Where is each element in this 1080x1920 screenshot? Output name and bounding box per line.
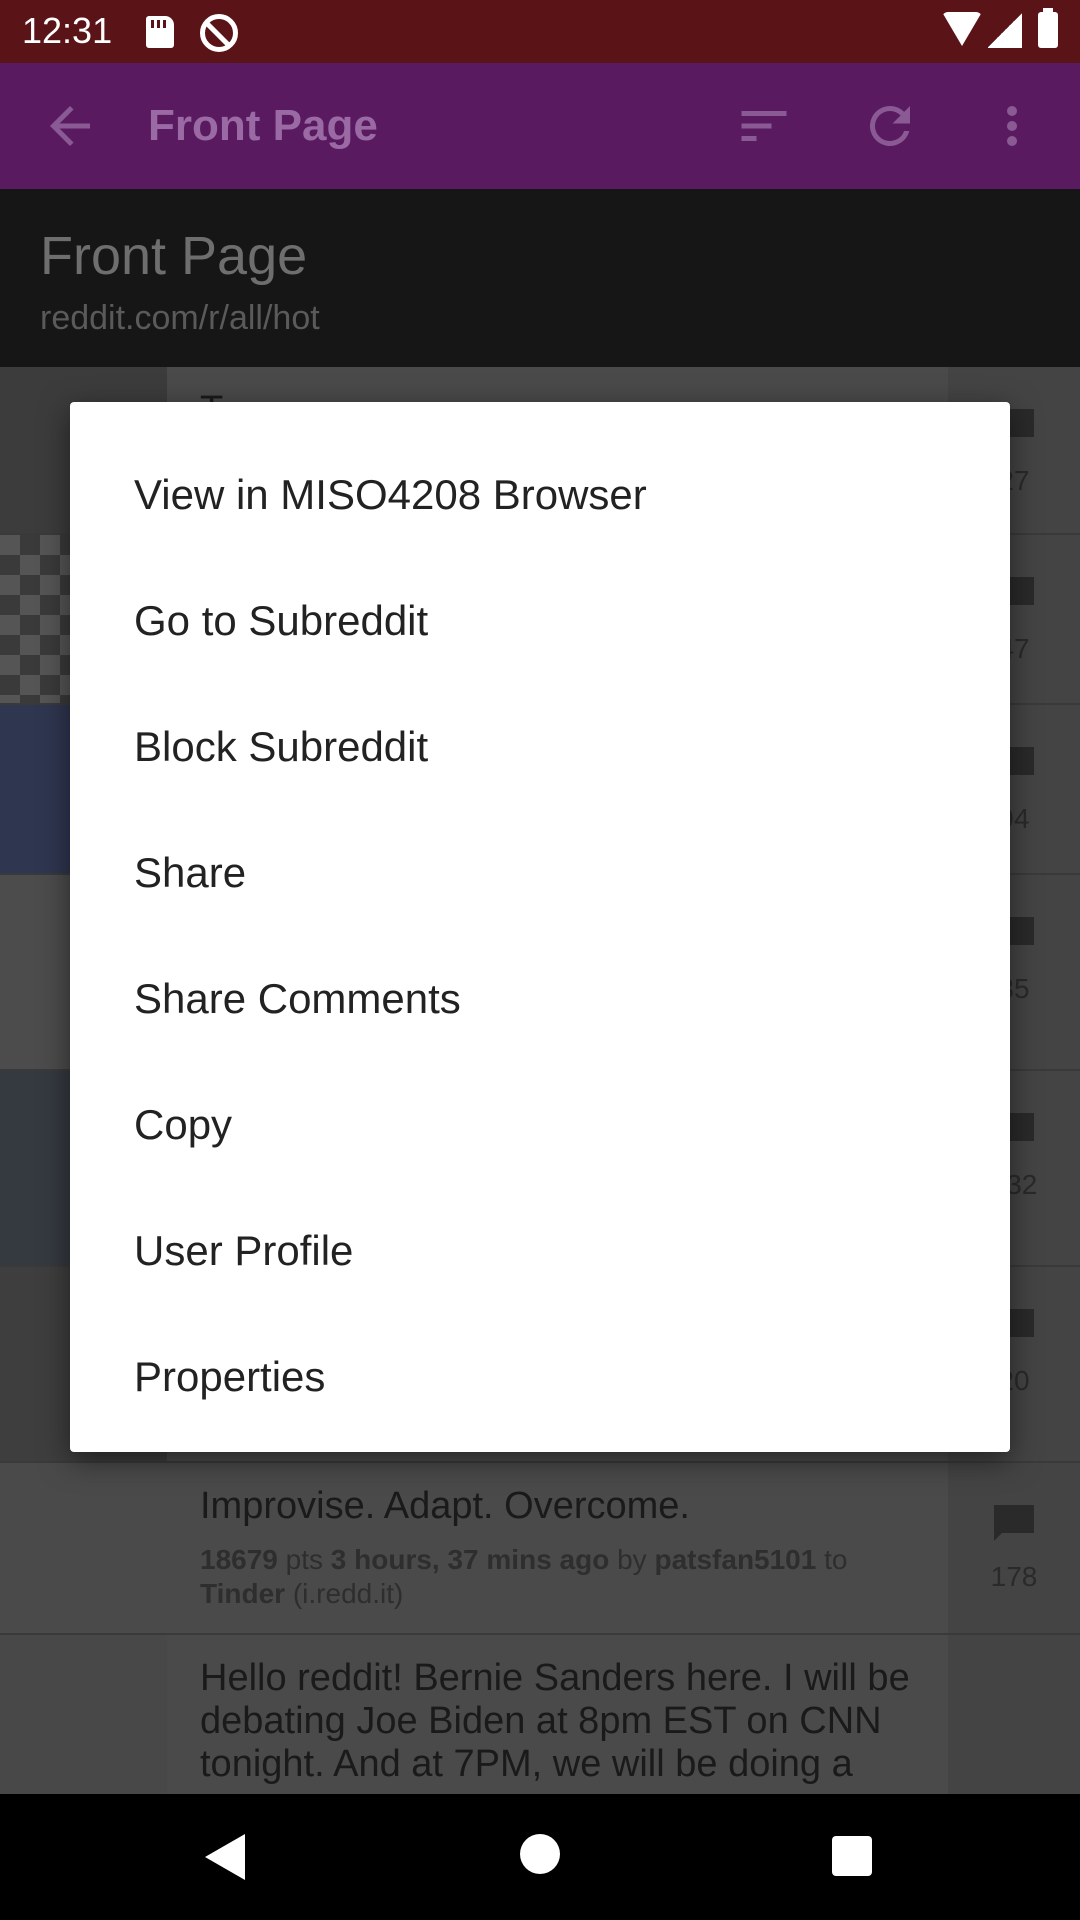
post-row[interactable]: Hello reddit! Bernie Sanders here. I wil… — [0, 1635, 1080, 1794]
app-bar-title: Front Page — [148, 101, 378, 150]
comment-icon — [994, 1505, 1034, 1541]
battery-icon — [1038, 8, 1058, 48]
post-subreddit[interactable]: Tinder — [200, 1578, 285, 1609]
nav-home-icon[interactable] — [520, 1834, 560, 1874]
menu-share[interactable]: Share — [70, 805, 1010, 931]
post-thumbnail[interactable] — [0, 1463, 167, 1633]
signal-icon — [988, 12, 1022, 48]
menu-share-comments[interactable]: Share Comments — [70, 931, 1010, 1057]
nav-recents-icon[interactable] — [832, 1836, 872, 1876]
post-title: Improvise. Adapt. Overcome. — [200, 1485, 690, 1527]
app-bar: Front Page — [0, 63, 1080, 189]
menu-go-to-subreddit[interactable]: Go to Subreddit — [70, 553, 1010, 679]
menu-block-subreddit[interactable]: Block Subreddit — [70, 679, 1010, 805]
feed-url: reddit.com/r/all/hot — [40, 299, 320, 337]
comment-count: 178 — [990, 1561, 1038, 1592]
notification-icon — [200, 14, 238, 52]
post-thumbnail[interactable] — [0, 1635, 167, 1794]
sd-card-icon — [146, 16, 174, 48]
feed-header: Front Page reddit.com/r/all/hot — [0, 189, 1080, 367]
menu-properties[interactable]: Properties — [70, 1309, 1010, 1435]
status-time: 12:31 — [22, 10, 113, 51]
navigation-bar — [0, 1794, 1080, 1920]
post-meta: 18679 pts 3 hours, 37 mins ago by patsfa… — [200, 1544, 848, 1609]
feed-title: Front Page — [40, 226, 308, 286]
comments-button[interactable]: 178 — [948, 1463, 1080, 1633]
comments-button[interactable] — [948, 1635, 1080, 1794]
wifi-icon — [942, 12, 982, 46]
menu-copy[interactable]: Copy — [70, 1057, 1010, 1183]
post-title: Hello reddit! Bernie Sanders here. I wil… — [200, 1657, 910, 1785]
sort-icon[interactable] — [734, 96, 794, 156]
post-time: 3 hours, 37 mins ago — [330, 1544, 610, 1575]
menu-view-in-browser[interactable]: View in MISO4208 Browser — [70, 427, 1010, 553]
post-points: 18679 — [200, 1544, 278, 1575]
refresh-icon[interactable] — [860, 96, 920, 156]
status-bar: 12:31 — [0, 0, 1080, 63]
post-author[interactable]: patsfan5101 — [654, 1544, 816, 1575]
nav-back-icon[interactable] — [205, 1834, 245, 1880]
back-arrow-icon[interactable] — [40, 96, 100, 156]
post-row[interactable]: Improvise. Adapt. Overcome. 18679 pts 3 … — [0, 1463, 1080, 1635]
post-domain: (i.redd.it) — [285, 1578, 404, 1609]
more-vert-icon[interactable] — [982, 96, 1042, 156]
menu-user-profile[interactable]: User Profile — [70, 1183, 1010, 1309]
context-menu-dialog: View in MISO4208 Browser Go to Subreddit… — [70, 402, 1010, 1452]
